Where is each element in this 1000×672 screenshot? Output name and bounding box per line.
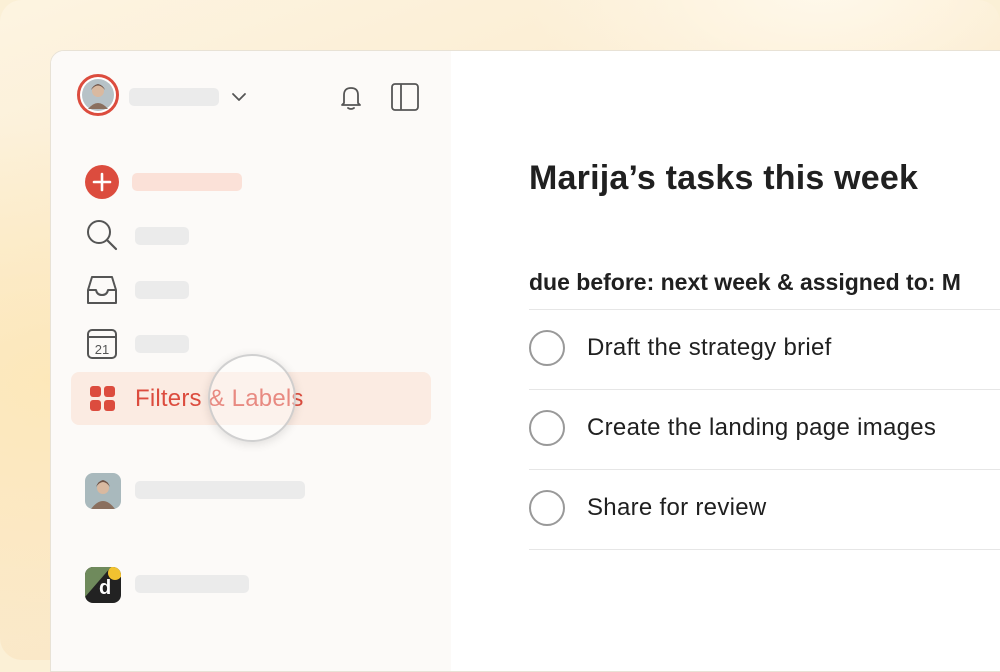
project-item-personal[interactable] [71,463,431,515]
calendar-day-number: 21 [95,342,109,357]
click-ripple [208,354,296,442]
search-label-placeholder [135,227,189,245]
inbox-label-placeholder [135,281,189,299]
app-window: 21 Filters & Labels d Marija’s tasks thi… [50,50,1000,672]
plus-circle-icon [85,165,119,199]
sidebar-toggle-icon[interactable] [390,82,420,112]
search-item[interactable] [71,209,431,261]
inbox-icon [87,276,117,304]
inbox-item[interactable] [71,263,431,315]
team-logo: d [85,567,121,603]
task-title[interactable]: Share for review [587,494,767,522]
divider [529,549,1000,550]
grid-icon [90,386,115,411]
user-avatar[interactable] [77,74,119,116]
chevron-down-icon[interactable] [229,87,249,107]
search-icon [87,220,118,251]
project-avatar [85,473,121,509]
page-title: Marija’s tasks this week [529,159,919,197]
today-label-placeholder [135,335,189,353]
filter-query: due before: next week & assigned to: M [529,269,961,295]
bell-icon[interactable] [337,82,365,112]
task-row[interactable]: Draft the strategy brief [529,310,1000,390]
task-row[interactable]: Share for review [529,470,1000,550]
task-title[interactable]: Create the landing page images [587,414,936,442]
sidebar: 21 Filters & Labels d [51,51,451,671]
add-task-item[interactable] [71,155,431,207]
team-logo-letter: d [99,577,111,599]
calendar-icon: 21 [87,329,117,359]
task-checkbox[interactable] [529,410,565,446]
project-item-team[interactable]: d [71,557,431,609]
project-name-placeholder [135,481,305,499]
task-checkbox[interactable] [529,490,565,526]
main-content: Marija’s tasks this week due before: nex… [451,51,1000,671]
task-checkbox[interactable] [529,330,565,366]
user-name-placeholder[interactable] [129,88,219,106]
team-name-placeholder [135,575,249,593]
task-title[interactable]: Draft the strategy brief [587,334,832,362]
task-row[interactable]: Create the landing page images [529,390,1000,470]
add-task-label-placeholder [132,173,242,191]
